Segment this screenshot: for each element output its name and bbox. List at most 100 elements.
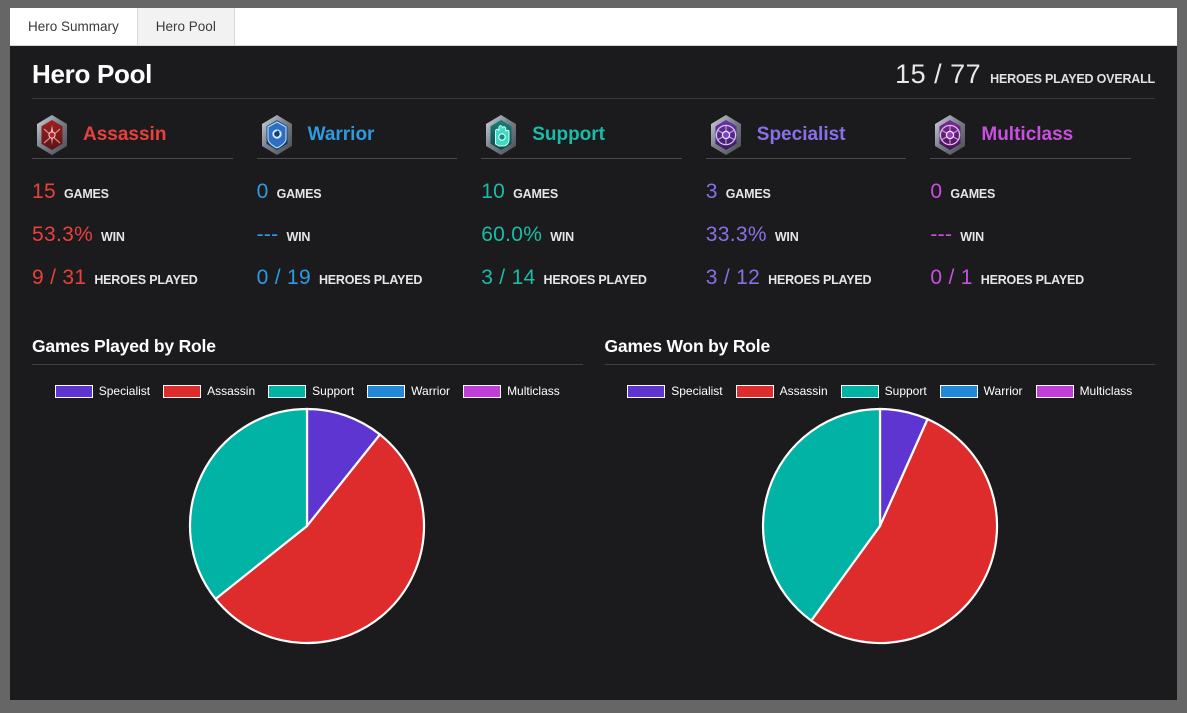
role-name-label: Warrior <box>307 123 375 145</box>
application-window: Hero Summary Hero Pool Hero Pool 15 / 77… <box>10 8 1177 700</box>
role-heroes-value: 9 / 31 <box>32 266 87 289</box>
legend-item-specialist[interactable]: Specialist <box>627 384 723 398</box>
role-win-value: 60.0% <box>481 223 543 246</box>
support-role-icon <box>481 113 521 157</box>
charts-row: Games Played by Role Specialist Assassin Su… <box>32 336 1155 645</box>
chart-title: Games Played by Role <box>32 336 583 365</box>
tab-bar-filler <box>234 8 1177 45</box>
role-heroes-value: 0 / 19 <box>256 266 311 289</box>
role-win-label: WIN <box>550 230 574 244</box>
specialist-role-icon <box>706 113 746 157</box>
legend-swatch-warrior <box>367 384 406 398</box>
legend-label-support: Support <box>884 384 927 398</box>
role-win-row: --- WIN <box>256 223 458 246</box>
legend-item-assassin[interactable]: Assassin <box>163 384 255 398</box>
role-heroes-value: 3 / 14 <box>481 266 536 289</box>
role-header-multiclass[interactable]: Multiclass <box>930 113 1131 159</box>
role-games-row: 0 GAMES <box>930 180 1131 203</box>
legend-label-assassin: Assassin <box>779 384 828 398</box>
role-header-warrior[interactable]: Warrior <box>256 113 458 159</box>
pie-chart-canvas[interactable] <box>32 407 583 645</box>
legend-label-assassin: Assassin <box>207 384 256 398</box>
chart-block-games-played: Games Played by Role Specialist Assassin Su… <box>32 336 605 645</box>
role-games-label: GAMES <box>63 187 109 201</box>
role-win-label: WIN <box>774 230 799 244</box>
role-heroes-value: 0 / 1 <box>930 266 973 289</box>
legend-label-specialist: Specialist <box>671 384 723 398</box>
role-games-value: 3 <box>705 180 718 203</box>
role-name-label: Specialist <box>756 123 846 145</box>
legend-item-specialist[interactable]: Specialist <box>54 384 151 398</box>
legend-item-multiclass[interactable]: Multiclass <box>463 384 560 398</box>
role-name-label: Support <box>532 123 606 145</box>
legend-item-support[interactable]: Support <box>268 384 354 398</box>
role-heroes-label: HEROES PLAYED <box>318 273 423 287</box>
warrior-role-icon <box>257 113 297 157</box>
role-win-row: 33.3% WIN <box>706 223 907 246</box>
role-stats-row: Assassin 15 GAMES 53.3% WIN 9 / 31 HEROES PLAY… <box>32 113 1155 289</box>
role-win-row: --- WIN <box>930 223 1131 246</box>
chart-block-games-won: Games Won by Role Specialist Assassin Suppo… <box>604 336 1156 645</box>
legend-label-specialist: Specialist <box>98 384 151 398</box>
role-games-value: 0 <box>930 180 943 203</box>
role-games-label: GAMES <box>276 187 322 201</box>
overall-heroes-value: 15 / 77 <box>895 59 982 89</box>
overall-heroes-label: HEROES PLAYED OVERALL <box>990 72 1155 86</box>
role-heroes-label: HEROES PLAYED <box>980 273 1084 287</box>
tab-hero-summary[interactable]: Hero Summary <box>10 8 138 45</box>
role-heroes-label: HEROES PLAYED <box>543 273 647 287</box>
legend-swatch-support <box>840 384 879 398</box>
assassin-role-icon <box>32 113 72 157</box>
role-games-row: 3 GAMES <box>705 180 907 203</box>
tab-hero-pool[interactable]: Hero Pool <box>137 8 235 45</box>
panel-header: Hero Pool 15 / 77 HEROES PLAYED OVERALL <box>32 46 1155 99</box>
role-games-row: 0 GAMES <box>256 180 458 203</box>
page-title: Hero Pool <box>32 59 153 89</box>
role-games-value: 15 <box>32 180 56 203</box>
chart-title: Games Won by Role <box>604 336 1155 365</box>
role-heroes-row: 9 / 31 HEROES PLAYED <box>32 266 233 289</box>
role-name-label: Multiclass <box>981 123 1074 145</box>
role-column-support: Support 10 GAMES 60.0% WIN 3 / 14 HEROES PLAYE… <box>481 113 706 289</box>
tab-hero-summary-label: Hero Summary <box>28 19 119 34</box>
role-heroes-label: HEROES PLAYED <box>768 273 872 287</box>
role-heroes-value: 3 / 12 <box>705 266 761 289</box>
role-column-warrior: Warrior 0 GAMES --- WIN 0 / 19 HEROES PLAYED <box>256 113 482 289</box>
role-header-support[interactable]: Support <box>481 113 682 159</box>
chart-legend: Specialist Assassin Support Warrior Multicla… <box>605 384 1156 398</box>
role-win-row: 60.0% WIN <box>481 223 682 246</box>
role-heroes-row: 0 / 19 HEROES PLAYED <box>256 266 458 289</box>
role-win-value: --- <box>256 223 279 246</box>
overall-summary: 15 / 77 HEROES PLAYED OVERALL <box>895 59 1155 90</box>
tab-hero-pool-label: Hero Pool <box>155 19 216 34</box>
role-games-value: 10 <box>481 180 506 203</box>
legend-swatch-specialist <box>54 384 93 398</box>
role-name-label: Assassin <box>83 123 167 145</box>
role-games-label: GAMES <box>725 187 771 201</box>
legend-label-warrior: Warrior <box>411 384 451 398</box>
legend-item-assassin[interactable]: Assassin <box>735 384 828 398</box>
hero-pool-panel: Hero Pool 15 / 77 HEROES PLAYED OVERALL … <box>10 46 1177 700</box>
role-column-multiclass: Multiclass 0 GAMES --- WIN 0 / 1 HEROES PLAYED <box>930 113 1155 289</box>
legend-swatch-specialist <box>627 384 666 398</box>
legend-item-multiclass[interactable]: Multiclass <box>1035 384 1133 398</box>
role-win-value: 53.3% <box>32 223 94 246</box>
legend-label-warrior: Warrior <box>983 384 1023 398</box>
role-games-value: 0 <box>256 180 269 203</box>
role-games-label: GAMES <box>513 187 558 201</box>
legend-swatch-warrior <box>939 384 978 398</box>
legend-swatch-multiclass <box>1035 384 1074 398</box>
pie-chart-canvas[interactable] <box>605 407 1156 645</box>
role-column-assassin: Assassin 15 GAMES 53.3% WIN 9 / 31 HEROES PLAY… <box>32 113 257 289</box>
role-games-row: 15 GAMES <box>32 180 233 203</box>
legend-swatch-assassin <box>735 384 774 398</box>
legend-item-warrior[interactable]: Warrior <box>939 384 1023 398</box>
role-header-specialist[interactable]: Specialist <box>705 113 907 159</box>
legend-item-warrior[interactable]: Warrior <box>367 384 450 398</box>
legend-item-support[interactable]: Support <box>840 384 927 398</box>
legend-label-multiclass: Multiclass <box>1079 384 1133 398</box>
role-heroes-row: 3 / 14 HEROES PLAYED <box>481 266 682 289</box>
role-header-assassin[interactable]: Assassin <box>32 113 233 159</box>
tab-bar: Hero Summary Hero Pool <box>10 8 1177 46</box>
legend-label-multiclass: Multiclass <box>507 384 560 398</box>
